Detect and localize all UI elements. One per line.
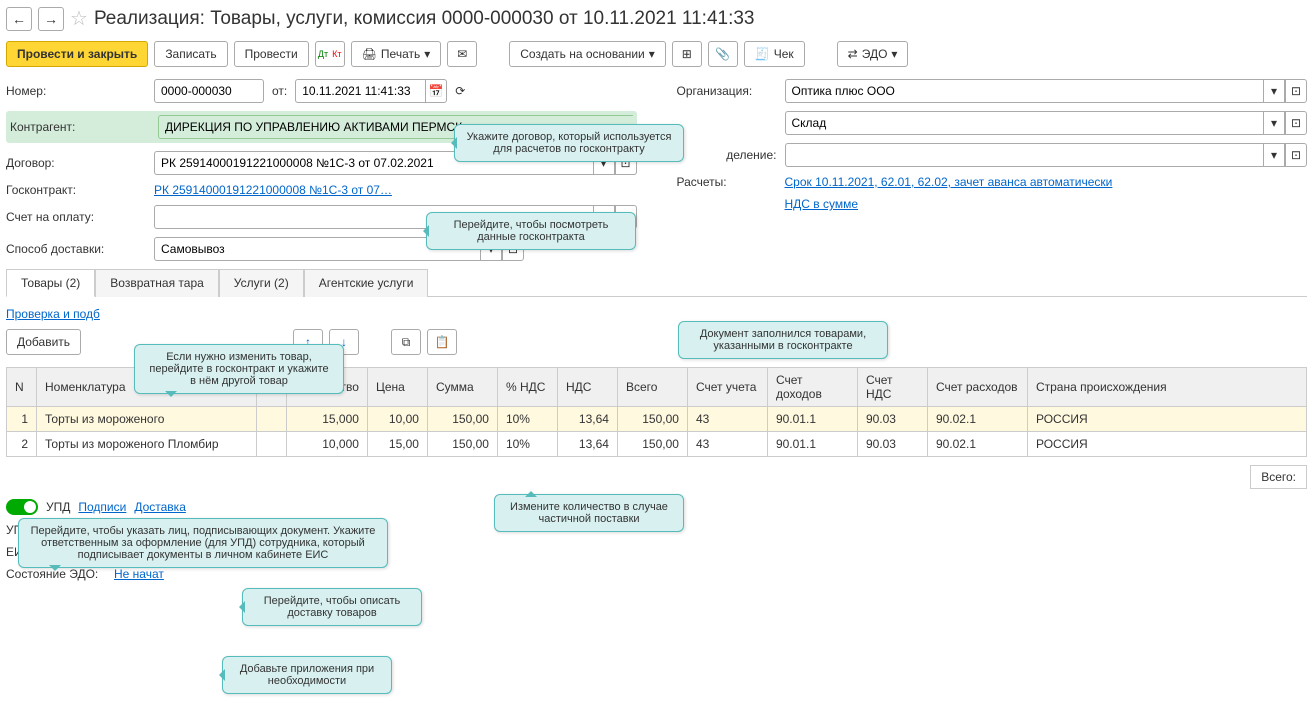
post-and-close-button[interactable]: Провести и закрыть bbox=[6, 41, 148, 67]
page-title: Реализация: Товары, услуги, комиссия 000… bbox=[94, 8, 755, 30]
division-input[interactable] bbox=[785, 143, 1264, 167]
nav-forward-button[interactable]: → bbox=[38, 7, 64, 31]
open-icon[interactable]: ⊡ bbox=[1285, 143, 1307, 167]
tab-services[interactable]: Услуги (2) bbox=[219, 269, 304, 297]
table-row[interactable]: 2Торты из мороженого Пломбир10,00015,001… bbox=[7, 432, 1307, 457]
tab-tara[interactable]: Возвратная тара bbox=[95, 269, 219, 297]
col-inc[interactable]: Счет доходов bbox=[767, 368, 857, 407]
post-button[interactable]: Провести bbox=[234, 41, 309, 67]
callout-doc-filled: Документ заполнился товарами, указанными… bbox=[678, 321, 888, 359]
favorite-star-icon[interactable]: ☆ bbox=[70, 6, 88, 31]
dtkt-button[interactable]: ДтКт bbox=[315, 41, 345, 67]
chevron-down-icon: ▾ bbox=[649, 47, 655, 61]
create-based-button[interactable]: Создать на основании ▾ bbox=[509, 41, 666, 67]
callout-delivery: Перейдите, чтобы описать доставку товаро… bbox=[242, 588, 422, 626]
table-row[interactable]: 1Торты из мороженого15,00010,00150,0010%… bbox=[7, 407, 1307, 432]
payments-link[interactable]: Срок 10.11.2021, 62.01, 62.02, зачет ава… bbox=[785, 175, 1113, 189]
paste-button[interactable]: 📋 bbox=[427, 329, 457, 355]
contract-label: Договор: bbox=[6, 156, 146, 170]
nav-back-button[interactable]: ← bbox=[6, 7, 32, 31]
number-label: Номер: bbox=[6, 84, 146, 98]
col-country[interactable]: Страна происхождения bbox=[1027, 368, 1306, 407]
copy-button[interactable]: ⧉ bbox=[391, 329, 421, 355]
col-vat[interactable]: НДС bbox=[557, 368, 617, 407]
chek-button[interactable]: 🧾 Чек bbox=[744, 41, 805, 67]
upd-label: УПД bbox=[46, 500, 70, 514]
contragent-label: Контрагент: bbox=[10, 120, 150, 134]
dostavka-link[interactable]: Доставка bbox=[134, 500, 186, 514]
chevron-down-icon: ▾ bbox=[424, 47, 430, 61]
col-exp[interactable]: Счет расходов bbox=[927, 368, 1027, 407]
callout-signers: Перейдите, чтобы указать лиц, подписываю… bbox=[18, 518, 388, 568]
callout-files: Добавьте приложения при необходимости bbox=[222, 656, 392, 694]
callout-contract: Укажите договор, который используется дл… bbox=[454, 124, 684, 162]
col-price[interactable]: Цена bbox=[367, 368, 427, 407]
refresh-icon[interactable]: ⟳ bbox=[455, 84, 465, 98]
tab-goods[interactable]: Товары (2) bbox=[6, 269, 95, 297]
callout-goskontrakt: Перейдите, чтобы посмотреть данные госко… bbox=[426, 212, 636, 250]
structure-button[interactable]: ⊞ bbox=[672, 41, 702, 67]
goskontrakt-link[interactable]: РК 25914000191221000008 №1С-3 от 07… bbox=[154, 183, 392, 197]
edo-state-link[interactable]: Не начат bbox=[114, 567, 164, 581]
calendar-icon[interactable]: 📅 bbox=[425, 79, 447, 103]
print-button[interactable]: 🖨 Печать ▾ bbox=[351, 41, 442, 67]
total-label: Всего: bbox=[1250, 465, 1307, 489]
save-button[interactable]: Записать bbox=[154, 41, 227, 67]
col-sum[interactable]: Сумма bbox=[427, 368, 497, 407]
open-icon[interactable]: ⊡ bbox=[1285, 79, 1307, 103]
col-acc[interactable]: Счет учета bbox=[687, 368, 767, 407]
invoice-label: Счет на оплату: bbox=[6, 210, 146, 224]
warehouse-input[interactable] bbox=[785, 111, 1264, 135]
goskontrakt-label: Госконтракт: bbox=[6, 183, 146, 197]
printer-icon: 🖨 bbox=[362, 47, 377, 61]
nds-link[interactable]: НДС в сумме bbox=[785, 197, 859, 211]
org-label: Организация: bbox=[677, 84, 777, 98]
dropdown-icon[interactable]: ▾ bbox=[1263, 79, 1285, 103]
add-button[interactable]: Добавить bbox=[6, 329, 81, 355]
delivery-label: Способ доставки: bbox=[6, 242, 146, 256]
open-icon[interactable]: ⊡ bbox=[1285, 111, 1307, 135]
col-vatacc[interactable]: Счет НДС bbox=[857, 368, 927, 407]
chevron-down-icon: ▾ bbox=[891, 47, 897, 61]
col-n[interactable]: N bbox=[7, 368, 37, 407]
tab-agent[interactable]: Агентские услуги bbox=[304, 269, 429, 297]
col-total[interactable]: Всего bbox=[617, 368, 687, 407]
col-vatp[interactable]: % НДС bbox=[497, 368, 557, 407]
dropdown-icon[interactable]: ▾ bbox=[1263, 143, 1285, 167]
number-input[interactable] bbox=[154, 79, 264, 103]
upd-toggle[interactable] bbox=[6, 499, 38, 515]
callout-change-goods: Если нужно изменить товар, перейдите в г… bbox=[134, 344, 344, 394]
payments-label: Расчеты: bbox=[677, 175, 777, 189]
podpisi-link[interactable]: Подписи bbox=[78, 500, 126, 514]
edo-button[interactable]: ⇄ ЭДО ▾ bbox=[837, 41, 909, 67]
callout-change-qty: Измените количество в случае частичной п… bbox=[494, 494, 684, 532]
date-label: от: bbox=[272, 84, 287, 98]
attachment-button[interactable]: 📎 bbox=[708, 41, 738, 67]
email-button[interactable]: ✉ bbox=[447, 41, 477, 67]
date-input[interactable] bbox=[295, 79, 425, 103]
check-link[interactable]: Проверка и подб bbox=[6, 307, 100, 321]
dropdown-icon[interactable]: ▾ bbox=[1263, 111, 1285, 135]
division-label: деление: bbox=[677, 148, 777, 162]
org-input[interactable] bbox=[785, 79, 1264, 103]
